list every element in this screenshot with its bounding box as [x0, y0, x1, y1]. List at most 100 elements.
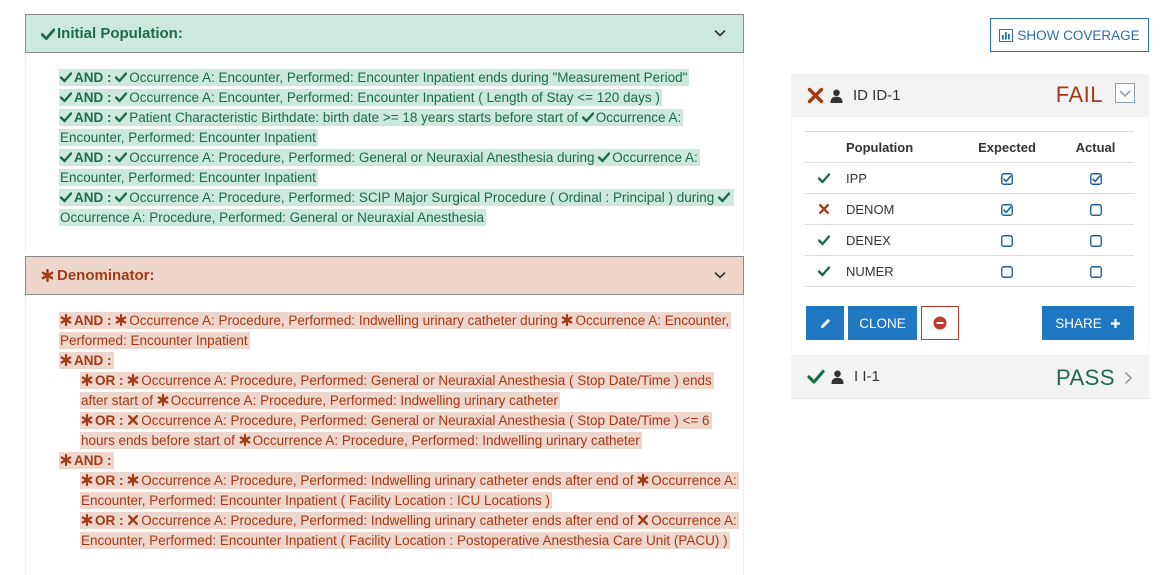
logic-operator: AND :	[74, 70, 116, 85]
logic-highlight: AND : Patient Characteristic Birthdate: …	[59, 109, 684, 146]
edit-button[interactable]	[806, 306, 844, 340]
delete-button[interactable]	[921, 306, 959, 340]
unchecked-checkbox-icon[interactable]	[1089, 266, 1102, 279]
times-icon	[128, 515, 139, 525]
pencil-icon	[820, 318, 830, 328]
check-icon	[115, 72, 128, 83]
expected-cell	[957, 193, 1057, 225]
logic-highlight: OR : Occurrence A: Procedure, Performed:…	[80, 512, 739, 549]
logic-highlight: AND : Occurrence A: Encounter, Performed…	[59, 69, 690, 86]
denominator-header[interactable]: Denominator:	[25, 256, 744, 295]
patient-card-header-fail[interactable]: ID ID-1 FAIL	[791, 74, 1149, 117]
column-header-expected: Expected	[957, 131, 1057, 163]
user-icon	[831, 370, 844, 384]
asterisk-icon	[127, 374, 139, 386]
population-results-table: Population Expected Actual IPP DENOM DENEX…	[805, 131, 1134, 287]
population-code: NUMER	[845, 255, 957, 287]
check-icon	[818, 172, 830, 183]
chevron-down-icon[interactable]	[713, 268, 727, 282]
checked-checkbox-icon[interactable]	[1001, 204, 1013, 217]
chevron-right-icon[interactable]	[1123, 371, 1133, 385]
unchecked-checkbox-icon[interactable]	[1001, 266, 1013, 279]
logic-operator: AND :	[74, 110, 116, 125]
times-icon	[807, 87, 824, 104]
population-code: DENEX	[845, 224, 957, 256]
check-icon	[818, 265, 830, 276]
logic-operator: AND :	[74, 150, 116, 165]
table-row: NUMER	[805, 255, 1134, 287]
logic-operator: AND :	[74, 313, 116, 328]
asterisk-icon	[41, 269, 54, 282]
actual-cell	[1057, 162, 1134, 194]
patient-card-header-pass[interactable]: I I-1 PASS	[791, 355, 1149, 398]
checked-checkbox-icon[interactable]	[1089, 173, 1102, 186]
logic-operator: OR :	[95, 513, 128, 528]
check-icon	[60, 192, 72, 203]
column-header-actual: Actual	[1057, 131, 1134, 163]
asterisk-icon	[81, 514, 93, 526]
expected-cell	[957, 224, 1057, 256]
check-icon	[115, 92, 128, 103]
table-row: IPP	[805, 162, 1134, 194]
logic-operator: OR :	[95, 473, 128, 488]
logic-highlight: AND : Occurrence A: Procedure, Performed…	[59, 189, 734, 226]
patient-name: I I-1	[854, 368, 880, 385]
logic-line: OR : Occurrence A: Procedure, Performed:…	[59, 471, 739, 511]
column-header-population: Population	[845, 131, 957, 163]
checked-checkbox-icon[interactable]	[1001, 173, 1013, 186]
minus-circle-icon	[933, 316, 947, 330]
asterisk-icon	[60, 354, 72, 366]
asterisk-icon	[81, 474, 93, 486]
check-icon	[807, 369, 825, 384]
logic-clause-text: Occurrence A: Encounter, Performed: Enco…	[129, 70, 688, 85]
check-icon	[115, 152, 128, 163]
logic-highlight: OR : Occurrence A: Procedure, Performed:…	[80, 472, 739, 509]
logic-highlight: AND :	[59, 452, 114, 469]
logic-operator: OR :	[95, 373, 128, 388]
expected-cell	[957, 162, 1057, 194]
logic-line: AND :	[59, 451, 739, 471]
table-row: DENOM	[805, 193, 1134, 225]
plus-icon	[1110, 318, 1120, 328]
logic-clause-text: Occurrence A: Procedure, Performed: Indw…	[170, 393, 558, 408]
show-coverage-button[interactable]: SHOW COVERAGE	[990, 18, 1149, 52]
logic-line: OR : Occurrence A: Procedure, Performed:…	[59, 511, 739, 551]
clone-button[interactable]: CLONE	[848, 306, 917, 340]
population-code: DENOM	[845, 193, 957, 225]
check-icon	[60, 92, 72, 103]
initial-population-header[interactable]: Initial Population:	[25, 14, 744, 53]
logic-operator: OR :	[95, 413, 128, 428]
card-divider	[791, 398, 1149, 399]
chevron-down-icon[interactable]	[713, 26, 727, 40]
logic-line: AND : Occurrence A: Procedure, Performed…	[59, 311, 739, 351]
asterisk-icon	[562, 314, 573, 326]
patient-name: ID ID-1	[853, 87, 901, 104]
bar-chart-icon	[999, 28, 1014, 42]
logic-clause-text: Patient Characteristic Birthdate: birth …	[129, 110, 582, 125]
asterisk-icon	[637, 474, 649, 486]
logic-operator: AND :	[74, 453, 112, 468]
asterisk-icon	[81, 414, 93, 426]
expected-cell	[957, 255, 1057, 287]
logic-highlight: OR : Occurrence A: Procedure, Performed:…	[80, 412, 712, 449]
share-button[interactable]: SHARE	[1042, 306, 1134, 340]
population-code: IPP	[845, 162, 957, 194]
collapse-toggle-button[interactable]	[1115, 83, 1135, 103]
times-icon	[819, 203, 829, 214]
share-label: SHARE	[1055, 315, 1102, 331]
table-row: DENEX	[805, 224, 1134, 256]
actual-cell	[1057, 255, 1134, 287]
chevron-down-icon	[1119, 90, 1131, 98]
check-icon	[60, 72, 72, 83]
logic-clause-text: Occurrence A: Procedure, Performed: Indw…	[141, 473, 638, 488]
unchecked-checkbox-icon[interactable]	[1089, 235, 1102, 248]
logic-line: OR : Occurrence A: Procedure, Performed:…	[59, 371, 739, 411]
initial-population-title: Initial Population:	[57, 25, 183, 42]
check-icon	[598, 152, 611, 163]
logic-line: AND : Patient Characteristic Birthdate: …	[59, 108, 739, 148]
unchecked-checkbox-icon[interactable]	[1089, 204, 1102, 217]
logic-line: AND : Occurrence A: Procedure, Performed…	[59, 188, 739, 228]
logic-line: AND : Occurrence A: Encounter, Performed…	[59, 68, 739, 88]
logic-operator: AND :	[74, 190, 116, 205]
unchecked-checkbox-icon[interactable]	[1001, 235, 1013, 248]
